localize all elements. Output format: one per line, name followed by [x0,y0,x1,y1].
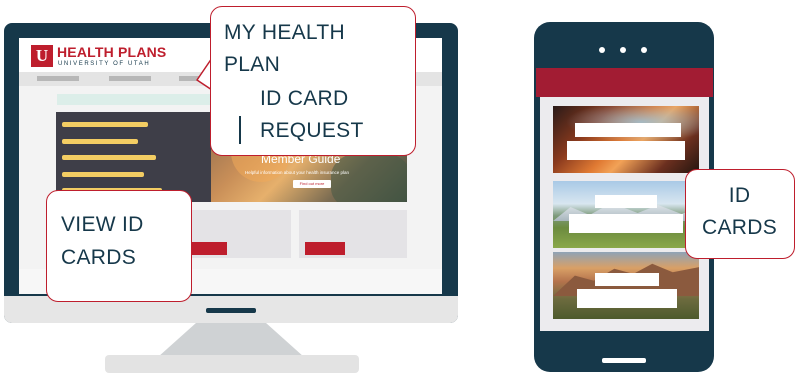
id-card-desert-mountain[interactable] [553,252,699,319]
callout-line: MY HEALTH [224,21,345,44]
card-text-placeholder [577,289,677,308]
phone-dot-icon [599,47,605,53]
id-cards-callout: ID CARDS [685,169,795,259]
my-health-plan-callout: MY HEALTH PLAN ID CARD REQUEST [210,6,416,156]
card-text-placeholder [595,195,657,208]
card-text-placeholder [569,214,683,233]
phone-dot-icon [641,47,647,53]
phone-home-indicator[interactable] [602,358,646,363]
text-cursor-icon [239,116,241,144]
card-text-placeholder [595,273,659,286]
card-text-placeholder [575,123,681,137]
phone-header-banner [536,68,713,97]
id-card-mountain-meadow[interactable] [553,181,699,248]
id-card-canyon[interactable] [553,106,699,173]
callout-line: CARDS [61,246,137,269]
callout-line: VIEW ID [61,213,144,236]
callout-line: CARDS [701,216,777,239]
callout-line: ID CARD [260,87,349,110]
card-text-placeholder [567,141,685,160]
callout-line: PLAN [224,53,281,76]
view-id-cards-callout: VIEW ID CARDS [46,190,192,302]
callout-line: ID [728,184,751,207]
callout-line: REQUEST [260,119,364,142]
phone-dot-icon [620,47,626,53]
